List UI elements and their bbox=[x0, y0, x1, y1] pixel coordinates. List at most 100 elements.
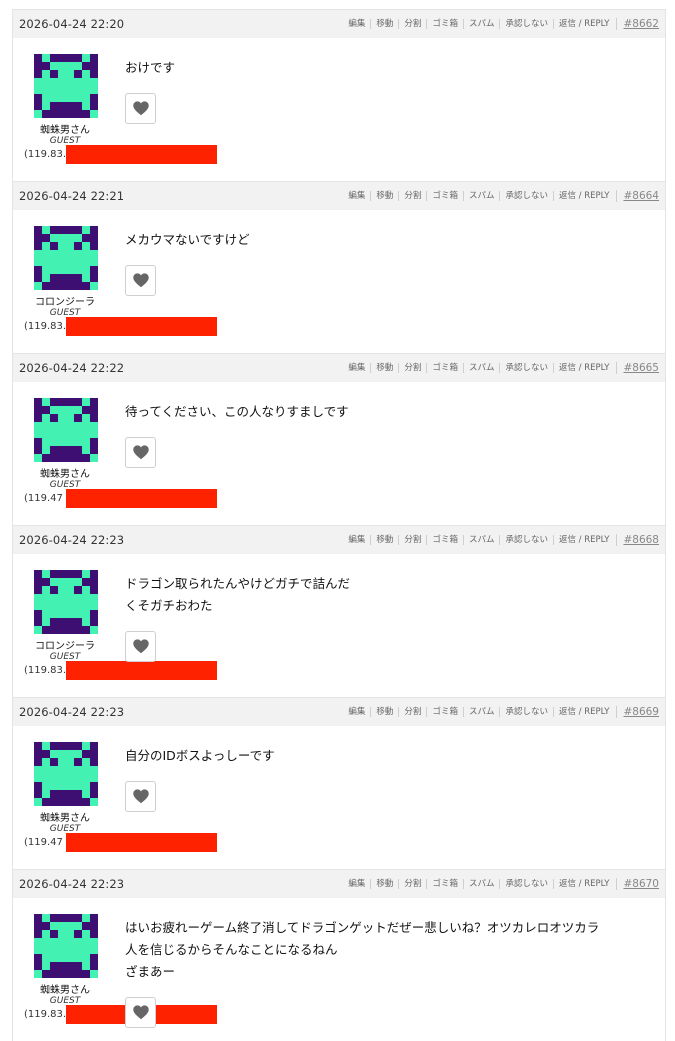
author-block: 蜘蛛男さん GUEST (119.83. bbox=[13, 38, 217, 180]
avatar[interactable] bbox=[34, 570, 98, 634]
edit-link[interactable]: 編集 bbox=[343, 19, 370, 29]
post-timestamp: 2026-04-24 22:21 bbox=[19, 189, 125, 203]
split-link[interactable]: 分割 bbox=[398, 363, 426, 373]
heart-icon bbox=[132, 789, 149, 804]
space-invader-avatar-icon bbox=[34, 570, 98, 634]
post-message: はいお疲れーゲーム終了消してドラゴンゲットだぜー悲しいね？オツカレロオツカラ 人… bbox=[125, 920, 600, 979]
trash-link[interactable]: ゴミ箱 bbox=[426, 707, 463, 717]
move-link[interactable]: 移動 bbox=[370, 363, 398, 373]
author-block: 蜘蛛男さん GUEST (119.47 bbox=[13, 726, 217, 868]
reply-link[interactable]: 返信 / REPLY bbox=[552, 191, 614, 201]
author-ip: (119.83. bbox=[24, 665, 67, 676]
post-number-link[interactable]: #8668 bbox=[616, 534, 659, 546]
redaction-bar bbox=[66, 489, 217, 508]
post-number-link[interactable]: #8669 bbox=[616, 706, 659, 718]
reply-link[interactable]: 返信 / REPLY bbox=[552, 707, 614, 717]
unapprove-link[interactable]: 承認しない bbox=[499, 535, 553, 545]
avatar[interactable] bbox=[34, 742, 98, 806]
redaction-bar bbox=[66, 833, 217, 852]
post-body: コロンジーラ GUEST (119.83. ドラゴン取られたんやけどガチで詰んだ… bbox=[13, 554, 665, 696]
trash-link[interactable]: ゴミ箱 bbox=[426, 535, 463, 545]
unapprove-link[interactable]: 承認しない bbox=[499, 191, 553, 201]
spam-link[interactable]: スパム bbox=[462, 707, 500, 717]
spam-link[interactable]: スパム bbox=[462, 879, 500, 889]
split-link[interactable]: 分割 bbox=[398, 707, 426, 717]
reply-link[interactable]: 返信 / REPLY bbox=[552, 363, 614, 373]
like-button[interactable] bbox=[125, 437, 156, 468]
trash-link[interactable]: ゴミ箱 bbox=[426, 191, 463, 201]
spam-link[interactable]: スパム bbox=[462, 535, 500, 545]
avatar[interactable] bbox=[34, 914, 98, 978]
unapprove-link[interactable]: 承認しない bbox=[499, 363, 553, 373]
heart-icon bbox=[132, 445, 149, 460]
trash-link[interactable]: ゴミ箱 bbox=[426, 879, 463, 889]
author-name: コロンジーラ bbox=[35, 641, 95, 652]
spam-link[interactable]: スパム bbox=[462, 191, 500, 201]
author-ip: (119.83. bbox=[24, 321, 67, 332]
post-actions: 編集 移動 分割 ゴミ箱 スパム 承認しない 返信 / REPLY #8669 bbox=[343, 706, 659, 718]
avatar[interactable] bbox=[34, 226, 98, 290]
author-name: 蜘蛛男さん bbox=[40, 985, 90, 996]
edit-link[interactable]: 編集 bbox=[343, 191, 370, 201]
edit-link[interactable]: 編集 bbox=[343, 707, 370, 717]
comment-thread: 2026-04-24 22:20 編集 移動 分割 ゴミ箱 スパム 承認しない … bbox=[12, 9, 666, 1041]
split-link[interactable]: 分割 bbox=[398, 191, 426, 201]
spam-link[interactable]: スパム bbox=[462, 363, 500, 373]
author-name: 蜘蛛男さん bbox=[40, 125, 90, 136]
spam-link[interactable]: スパム bbox=[462, 19, 500, 29]
post-body: 蜘蛛男さん GUEST (119.47 自分のIDボスよっしーです bbox=[13, 726, 665, 868]
like-button[interactable] bbox=[125, 631, 156, 662]
redaction-bar bbox=[66, 317, 217, 336]
post-header: 2026-04-24 22:21 編集 移動 分割 ゴミ箱 スパム 承認しない … bbox=[13, 182, 665, 210]
space-invader-avatar-icon bbox=[34, 226, 98, 290]
move-link[interactable]: 移動 bbox=[370, 191, 398, 201]
edit-link[interactable]: 編集 bbox=[343, 879, 370, 889]
reply-link[interactable]: 返信 / REPLY bbox=[552, 19, 614, 29]
move-link[interactable]: 移動 bbox=[370, 879, 398, 889]
post-actions: 編集 移動 分割 ゴミ箱 スパム 承認しない 返信 / REPLY #8665 bbox=[343, 362, 659, 374]
post-actions: 編集 移動 分割 ゴミ箱 スパム 承認しない 返信 / REPLY #8664 bbox=[343, 190, 659, 202]
like-button[interactable] bbox=[125, 93, 156, 124]
move-link[interactable]: 移動 bbox=[370, 535, 398, 545]
post-body: 蜘蛛男さん GUEST (119.83. おけです bbox=[13, 38, 665, 180]
author-block: 蜘蛛男さん GUEST (119.83. bbox=[13, 898, 217, 1040]
like-button[interactable] bbox=[125, 265, 156, 296]
unapprove-link[interactable]: 承認しない bbox=[499, 19, 553, 29]
post-number-link[interactable]: #8662 bbox=[616, 18, 659, 30]
post-number-link[interactable]: #8670 bbox=[616, 878, 659, 890]
like-button[interactable] bbox=[125, 997, 156, 1028]
post-body: 蜘蛛男さん GUEST (119.83. はいお疲れーゲーム終了消してドラゴンゲ… bbox=[13, 898, 665, 1040]
post-number-link[interactable]: #8664 bbox=[616, 190, 659, 202]
move-link[interactable]: 移動 bbox=[370, 19, 398, 29]
move-link[interactable]: 移動 bbox=[370, 707, 398, 717]
unapprove-link[interactable]: 承認しない bbox=[499, 879, 553, 889]
author-name: 蜘蛛男さん bbox=[40, 813, 90, 824]
trash-link[interactable]: ゴミ箱 bbox=[426, 19, 463, 29]
post-actions: 編集 移動 分割 ゴミ箱 スパム 承認しない 返信 / REPLY #8668 bbox=[343, 534, 659, 546]
avatar[interactable] bbox=[34, 54, 98, 118]
unapprove-link[interactable]: 承認しない bbox=[499, 707, 553, 717]
post-message: おけです bbox=[125, 60, 176, 75]
trash-link[interactable]: ゴミ箱 bbox=[426, 363, 463, 373]
author-ip: (119.83. bbox=[24, 1009, 67, 1020]
avatar[interactable] bbox=[34, 398, 98, 462]
page: 2026-04-24 22:20 編集 移動 分割 ゴミ箱 スパム 承認しない … bbox=[0, 0, 675, 1041]
edit-link[interactable]: 編集 bbox=[343, 535, 370, 545]
post-timestamp: 2026-04-24 22:20 bbox=[19, 17, 125, 31]
like-button[interactable] bbox=[125, 781, 156, 812]
post-header: 2026-04-24 22:23 編集 移動 分割 ゴミ箱 スパム 承認しない … bbox=[13, 526, 665, 554]
reply-link[interactable]: 返信 / REPLY bbox=[552, 879, 614, 889]
space-invader-avatar-icon bbox=[34, 398, 98, 462]
edit-link[interactable]: 編集 bbox=[343, 363, 370, 373]
split-link[interactable]: 分割 bbox=[398, 19, 426, 29]
post-header: 2026-04-24 22:23 編集 移動 分割 ゴミ箱 スパム 承認しない … bbox=[13, 870, 665, 898]
split-link[interactable]: 分割 bbox=[398, 535, 426, 545]
reply-link[interactable]: 返信 / REPLY bbox=[552, 535, 614, 545]
post-timestamp: 2026-04-24 22:23 bbox=[19, 533, 125, 547]
post-header: 2026-04-24 22:23 編集 移動 分割 ゴミ箱 スパム 承認しない … bbox=[13, 698, 665, 726]
post-timestamp: 2026-04-24 22:23 bbox=[19, 705, 125, 719]
heart-icon bbox=[132, 1005, 149, 1020]
post-number-link[interactable]: #8665 bbox=[616, 362, 659, 374]
split-link[interactable]: 分割 bbox=[398, 879, 426, 889]
post-actions: 編集 移動 分割 ゴミ箱 スパム 承認しない 返信 / REPLY #8670 bbox=[343, 878, 659, 890]
